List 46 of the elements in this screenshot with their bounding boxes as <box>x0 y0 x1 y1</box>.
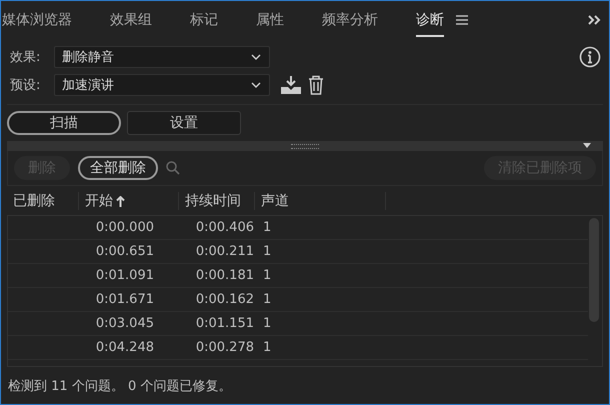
column-header[interactable]: 开始 <box>85 192 113 210</box>
chevrons-icon[interactable] <box>587 14 601 26</box>
table-cell: 1 <box>263 220 272 235</box>
preset-dropdown[interactable]: 加速演讲 <box>54 74 270 96</box>
table-cell: 0:00.162 <box>196 292 254 307</box>
menu-icon[interactable] <box>456 15 468 25</box>
info-icon[interactable] <box>579 46 601 68</box>
panel-tab[interactable]: 诊断 <box>416 3 444 37</box>
preset-label: 预设: <box>10 77 42 94</box>
table-cell: 0:00.181 <box>196 268 254 283</box>
effect-dropdown[interactable]: 删除静音 <box>54 46 270 68</box>
panel-tab[interactable]: 媒体浏览器 <box>2 3 72 37</box>
panel-tab[interactable]: 效果组 <box>110 3 152 37</box>
table-cell: 1 <box>263 292 272 307</box>
table-cell: 0:04.248 <box>96 340 154 355</box>
trash-icon[interactable] <box>308 75 324 95</box>
table-cell: 0:00.406 <box>196 220 254 235</box>
table-cell: 0:01.091 <box>96 268 154 283</box>
download-icon[interactable] <box>280 75 302 95</box>
table-cell: 1 <box>263 268 272 283</box>
sort-arrow-icon[interactable] <box>116 196 125 206</box>
action-button[interactable]: 全部删除 <box>78 156 158 180</box>
panel-tab[interactable]: 频率分析 <box>322 3 378 37</box>
column-header[interactable]: 声道 <box>261 192 289 210</box>
table-cell: 1 <box>263 340 272 355</box>
table-cell: 0:00.651 <box>96 244 154 259</box>
dropdown-arrow-icon[interactable] <box>583 143 591 148</box>
table-cell: 1 <box>263 244 272 259</box>
table-cell: 0:00.211 <box>196 244 254 259</box>
mode-button[interactable]: 设置 <box>127 111 241 135</box>
column-header[interactable]: 持续时间 <box>185 192 241 210</box>
chevron-down-icon <box>251 82 261 88</box>
table-cell: 0:01.151 <box>196 316 254 331</box>
table-cell: 0:00.278 <box>196 340 254 355</box>
status-text: 检测到 11 个问题。 0 个问题已修复。 <box>7 378 232 395</box>
search-icon[interactable] <box>166 161 180 175</box>
panel-tab[interactable]: 属性 <box>256 3 284 37</box>
panel-tab[interactable]: 标记 <box>190 3 218 37</box>
chevron-down-icon <box>251 54 261 60</box>
table-cell: 1 <box>263 316 272 331</box>
table-cell: 0:00.000 <box>96 220 154 235</box>
effect-label: 效果: <box>10 49 42 66</box>
table-cell: 0:01.671 <box>96 292 154 307</box>
mode-button[interactable]: 扫描 <box>7 111 121 135</box>
table-cell: 0:03.045 <box>96 316 154 331</box>
column-header[interactable]: 已删除 <box>13 192 55 210</box>
